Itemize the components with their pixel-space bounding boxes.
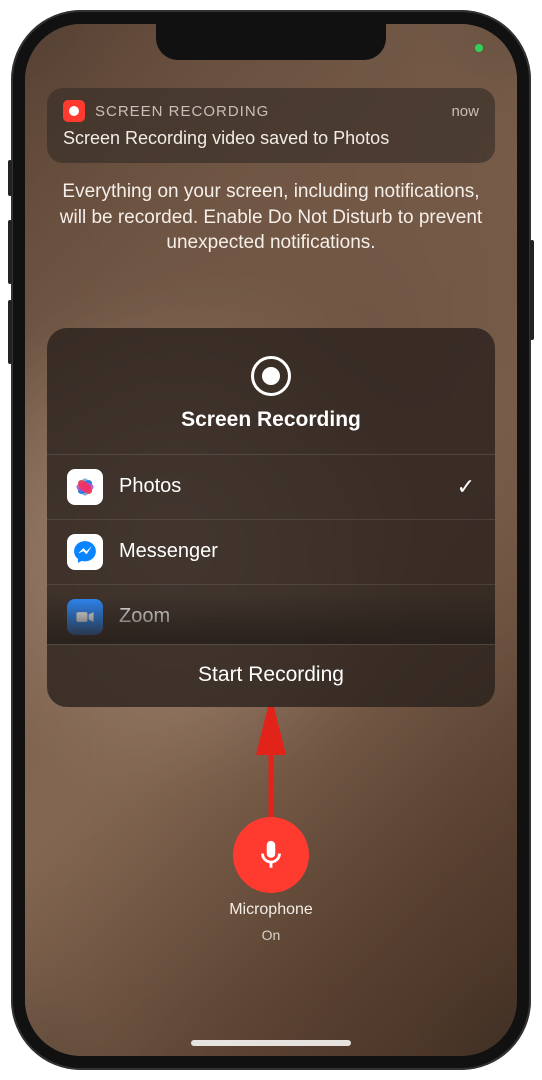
silence-switch [8, 160, 12, 196]
notification-banner[interactable]: SCREEN RECORDING now Screen Recording vi… [47, 88, 495, 163]
volume-up-button [8, 220, 12, 284]
microphone-toggle-button[interactable] [233, 817, 309, 893]
screen-recording-app-icon [63, 100, 85, 122]
annotation-arrow [47, 707, 495, 817]
home-indicator[interactable] [191, 1040, 351, 1046]
panel-header: Screen Recording [47, 328, 495, 454]
microphone-section: Microphone On [47, 817, 495, 943]
destination-label: Photos [119, 475, 441, 498]
panel-title: Screen Recording [181, 408, 361, 432]
microphone-state: On [262, 927, 281, 943]
destination-label: Zoom [119, 605, 475, 628]
destination-label: Messenger [119, 540, 475, 563]
check-icon: ✓ [457, 474, 475, 500]
destination-photos[interactable]: Photos ✓ [47, 455, 495, 520]
zoom-app-icon [67, 599, 103, 635]
iphone-frame: SCREEN RECORDING now Screen Recording vi… [11, 10, 531, 1070]
start-recording-label: Start Recording [198, 663, 344, 686]
recording-info-text: Everything on your screen, including not… [47, 179, 495, 256]
start-recording-button[interactable]: Start Recording [47, 644, 495, 707]
volume-down-button [8, 300, 12, 364]
screen: SCREEN RECORDING now Screen Recording vi… [25, 24, 517, 1056]
destination-messenger[interactable]: Messenger [47, 520, 495, 585]
power-button [530, 240, 534, 340]
messenger-app-icon [67, 534, 103, 570]
camera-indicator-dot [475, 44, 483, 52]
microphone-label: Microphone [229, 901, 313, 919]
destination-zoom[interactable]: Zoom [47, 585, 495, 644]
microphone-icon [254, 838, 288, 872]
notch [156, 24, 386, 60]
notification-body: Screen Recording video saved to Photos [63, 128, 479, 149]
destination-list[interactable]: Photos ✓ Messenger [47, 454, 495, 644]
notification-time: now [451, 103, 479, 120]
screen-recording-panel: Screen Recording [47, 328, 495, 707]
record-icon [251, 356, 291, 396]
notification-app-name: SCREEN RECORDING [95, 103, 441, 120]
photos-app-icon [67, 469, 103, 505]
